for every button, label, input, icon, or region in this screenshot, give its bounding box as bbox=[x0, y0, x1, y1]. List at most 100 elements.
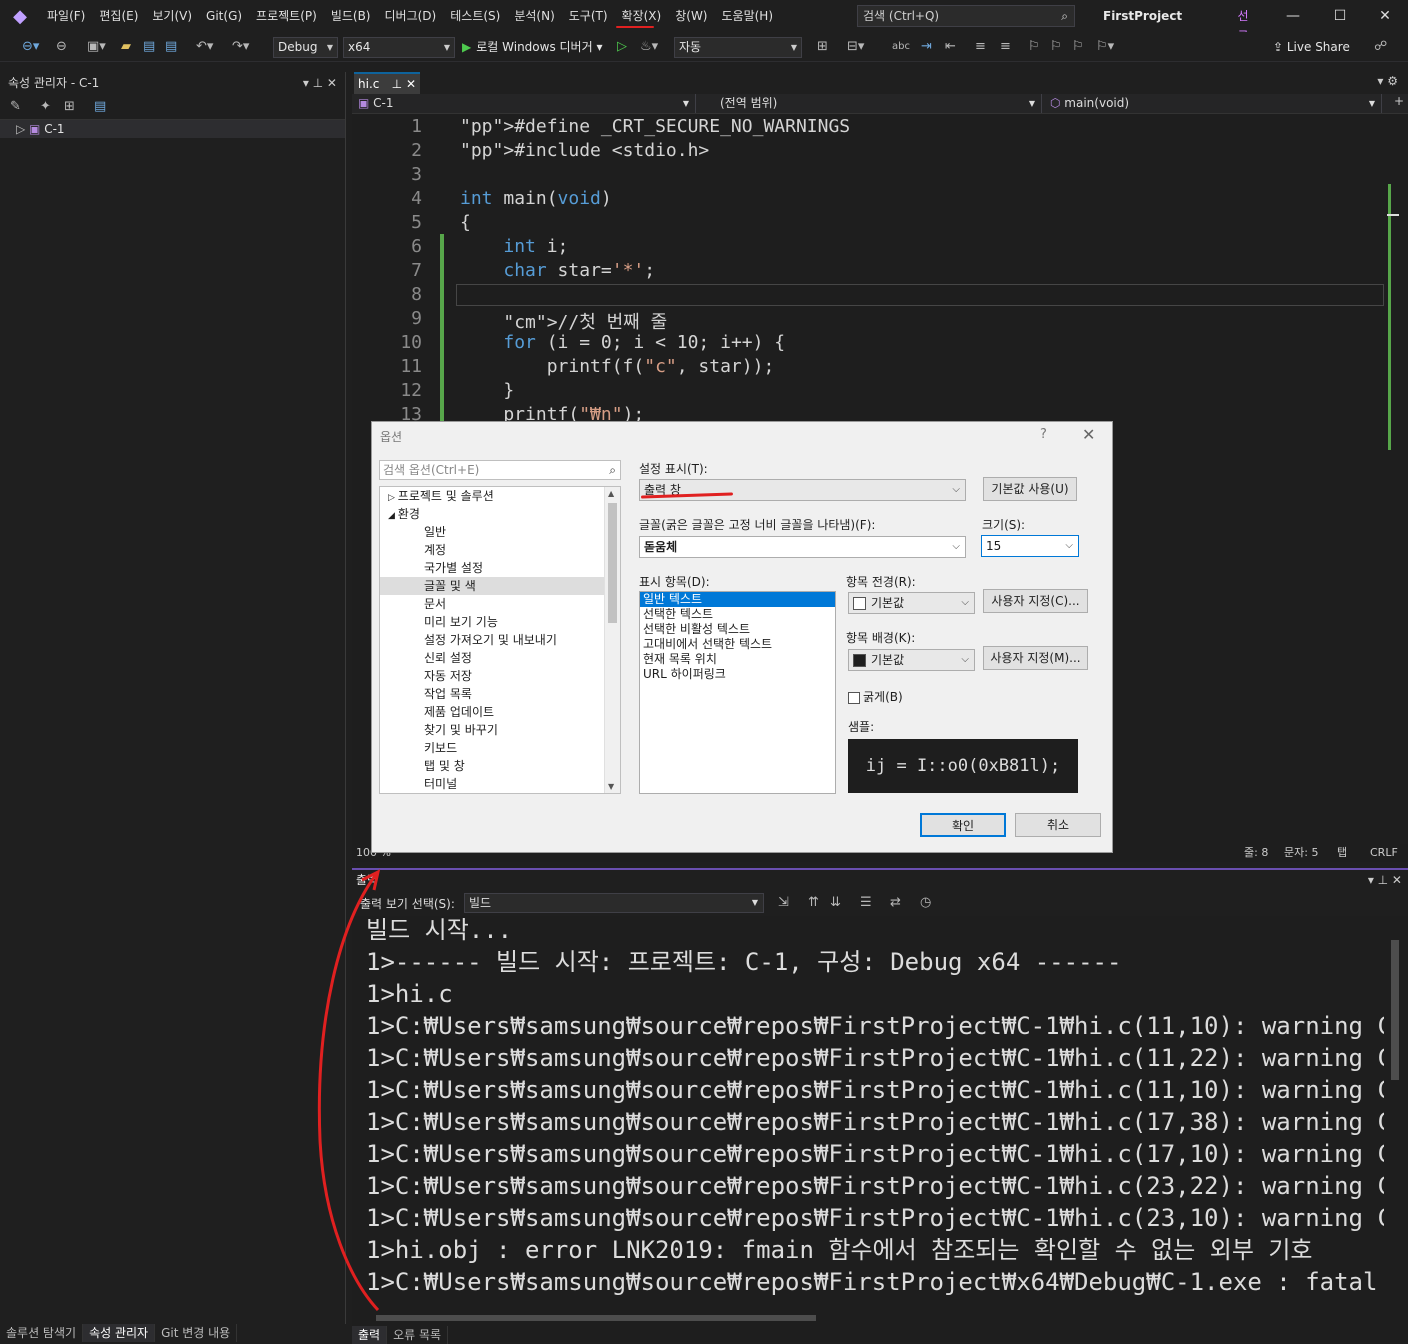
find-message-icon[interactable]: ⇲ bbox=[778, 894, 789, 912]
bookmark-icon[interactable]: ⚐ bbox=[1028, 38, 1040, 56]
add-existing-sheet-icon[interactable]: ⊞ bbox=[64, 98, 75, 116]
options-tree-item[interactable]: 설정 가져오기 및 내보내기 bbox=[380, 631, 604, 649]
menu-item[interactable]: 도구(T) bbox=[562, 0, 615, 32]
platform-dropdown[interactable]: x64 ▼ bbox=[343, 37, 455, 58]
menu-item[interactable]: 편집(E) bbox=[92, 0, 145, 32]
display-item[interactable]: 현재 목록 위치 bbox=[640, 652, 835, 667]
live-share-button[interactable]: ⇪ Live Share bbox=[1273, 37, 1350, 58]
scrollbar-thumb[interactable] bbox=[1391, 940, 1399, 1080]
expand-arrow-icon[interactable]: ◢ bbox=[388, 511, 398, 521]
display-item[interactable]: 일반 텍스트 bbox=[640, 592, 835, 607]
minimize-button[interactable]: — bbox=[1270, 0, 1316, 32]
word-wrap-icon[interactable]: ⇄ bbox=[890, 894, 901, 912]
clear-bookmarks-icon[interactable]: ⚐▾ bbox=[1096, 38, 1114, 56]
dialog-close-button[interactable]: ✕ bbox=[1082, 425, 1095, 444]
prev-bookmark-icon[interactable]: ⚐ bbox=[1050, 38, 1062, 56]
item-foreground-dropdown[interactable]: 기본값 ⌵ bbox=[848, 592, 975, 614]
bold-checkbox[interactable]: 굵게(B) bbox=[848, 688, 903, 705]
scroll-down-icon[interactable]: ▼ bbox=[608, 782, 614, 791]
options-tree-item[interactable]: 자동 저장 bbox=[380, 667, 604, 685]
show-settings-dropdown[interactable]: 출력 창 ⌵ bbox=[639, 479, 966, 501]
prev-message-icon[interactable]: ⇈ bbox=[808, 894, 819, 912]
global-search-input[interactable]: 검색 (Ctrl+Q) ⌕ bbox=[857, 5, 1075, 27]
options-tree-item[interactable]: 탭 및 창 bbox=[380, 757, 604, 775]
save-sheet-icon[interactable]: ▤ bbox=[94, 98, 106, 116]
uncomment-icon[interactable]: ≡ bbox=[1000, 38, 1011, 56]
open-folder-icon[interactable]: ▰ bbox=[121, 38, 131, 56]
output-vertical-scrollbar[interactable] bbox=[1388, 920, 1402, 1310]
size-dropdown[interactable]: 15 ⌵ bbox=[981, 535, 1079, 557]
hot-reload-icon[interactable]: ♨▾ bbox=[640, 38, 658, 56]
options-tree-item[interactable]: 일반 bbox=[380, 523, 604, 541]
redo-icon[interactable]: ↷▾ bbox=[232, 38, 249, 56]
editor-vertical-scrollbar[interactable] bbox=[1386, 114, 1400, 846]
layout-icon[interactable]: ⊟▾ bbox=[847, 38, 864, 56]
menu-item[interactable]: 프로젝트(P) bbox=[249, 0, 324, 32]
menu-item[interactable]: 보기(V) bbox=[145, 0, 199, 32]
timestamp-icon[interactable]: ◷ bbox=[920, 894, 931, 912]
menu-item[interactable]: Git(G) bbox=[199, 0, 249, 32]
save-all-icon[interactable]: ▤ bbox=[165, 38, 177, 56]
start-without-debug-icon[interactable]: ▷ bbox=[617, 38, 627, 56]
expand-arrow-icon[interactable]: ▷ bbox=[16, 122, 29, 136]
scroll-up-icon[interactable]: ▲ bbox=[608, 489, 614, 498]
scrollbar-thumb[interactable] bbox=[608, 503, 617, 623]
status-eol[interactable]: CRLF bbox=[1370, 844, 1398, 862]
options-tree-item[interactable]: 계정 bbox=[380, 541, 604, 559]
options-tree-item[interactable]: ◢ 환경 bbox=[380, 505, 604, 523]
nav-scope-dropdown[interactable]: (전역 범위) ▼ bbox=[716, 94, 1042, 113]
help-button[interactable]: ? bbox=[1040, 427, 1047, 442]
menu-item[interactable]: 창(W) bbox=[668, 0, 714, 32]
forward-icon[interactable]: ⊖ bbox=[56, 38, 67, 56]
options-tree-item[interactable]: 키보드 bbox=[380, 739, 604, 757]
tab-property-manager[interactable]: 속성 관리자 bbox=[83, 1324, 156, 1342]
next-bookmark-icon[interactable]: ⚐ bbox=[1072, 38, 1084, 56]
options-tree-item[interactable]: 찾기 및 바꾸기 bbox=[380, 721, 604, 739]
options-tree-item[interactable]: 제품 업데이트 bbox=[380, 703, 604, 721]
ok-button[interactable]: 확인 bbox=[920, 813, 1006, 837]
close-window-button[interactable]: ✕ bbox=[1362, 0, 1408, 32]
tree-scrollbar[interactable]: ▲ ▼ bbox=[604, 487, 620, 793]
tab-hi-c[interactable]: hi.c ⊥ ✕ bbox=[354, 72, 420, 94]
tab-git-changes[interactable]: Git 변경 내용 bbox=[155, 1324, 238, 1342]
maximize-button[interactable]: ☐ bbox=[1317, 0, 1363, 32]
use-defaults-button[interactable]: 기본값 사용(U) bbox=[983, 477, 1077, 501]
menu-item[interactable]: 도움말(H) bbox=[715, 0, 781, 32]
panel-controls[interactable]: ▾ ⊥ ✕ bbox=[303, 72, 337, 94]
user-avatar[interactable]: 선금 bbox=[1232, 6, 1254, 43]
toolbox-icon[interactable]: ⊞ bbox=[817, 38, 828, 56]
menu-item[interactable]: 테스트(S) bbox=[443, 0, 507, 32]
options-tree-item[interactable]: ▷ 프로젝트 및 솔루션 bbox=[380, 487, 604, 505]
start-debugger-button[interactable]: ▶ 로컬 Windows 디버거 ▾ bbox=[462, 37, 602, 58]
scrollbar-thumb[interactable] bbox=[376, 1315, 816, 1321]
display-item[interactable]: 고대비에서 선택한 텍스트 bbox=[640, 637, 835, 652]
wrench-icon[interactable]: ✎ bbox=[10, 98, 21, 116]
status-tab[interactable]: 탭 bbox=[1337, 844, 1347, 862]
options-tree-item[interactable]: 미리 보기 기능 bbox=[380, 613, 604, 631]
expand-arrow-icon[interactable]: ▷ bbox=[388, 493, 398, 503]
options-tree-item[interactable]: 국가별 설정 bbox=[380, 559, 604, 577]
new-project-icon[interactable]: ▣▾ bbox=[87, 38, 106, 56]
display-item[interactable]: 선택한 텍스트 bbox=[640, 607, 835, 622]
tab-solution-explorer[interactable]: 솔루션 탐색기 bbox=[0, 1324, 84, 1342]
checkbox-box[interactable] bbox=[848, 691, 860, 704]
clear-all-icon[interactable]: ☰ bbox=[860, 894, 872, 912]
display-items-list[interactable]: 일반 텍스트 선택한 텍스트 선택한 비활성 텍스트 고대비에서 선택한 텍스트 현재 … bbox=[639, 591, 836, 794]
display-item[interactable]: URL 하이퍼링크 bbox=[640, 667, 835, 682]
feedback-icon[interactable]: ☍ bbox=[1374, 38, 1387, 56]
tab-list-icon[interactable]: ▾ ⚙ bbox=[1377, 74, 1398, 88]
item-background-dropdown[interactable]: 기본값 ⌵ bbox=[848, 649, 975, 671]
options-tree-item[interactable]: 신뢰 설정 bbox=[380, 649, 604, 667]
foreground-custom-button[interactable]: 사용자 지정(C)... bbox=[983, 589, 1088, 613]
next-message-icon[interactable]: ⇊ bbox=[830, 894, 841, 912]
options-tree-item[interactable]: 문서 bbox=[380, 595, 604, 613]
cancel-button[interactable]: 취소 bbox=[1015, 813, 1101, 837]
menu-item[interactable]: 빌드(B) bbox=[324, 0, 378, 32]
back-icon[interactable]: ⊖▾ bbox=[22, 38, 39, 56]
options-search-input[interactable]: 검색 옵션(Ctrl+E) ⌕ bbox=[379, 460, 621, 480]
add-new-sheet-icon[interactable]: ✦ bbox=[40, 98, 51, 116]
auto-dropdown[interactable]: 자동 ▼ bbox=[674, 37, 802, 58]
nav-function-dropdown[interactable]: ⬡ main(void) ▼ bbox=[1046, 94, 1382, 113]
menu-item[interactable]: 파일(F) bbox=[40, 0, 92, 32]
font-dropdown[interactable]: 돋움체 ⌵ bbox=[639, 536, 966, 558]
